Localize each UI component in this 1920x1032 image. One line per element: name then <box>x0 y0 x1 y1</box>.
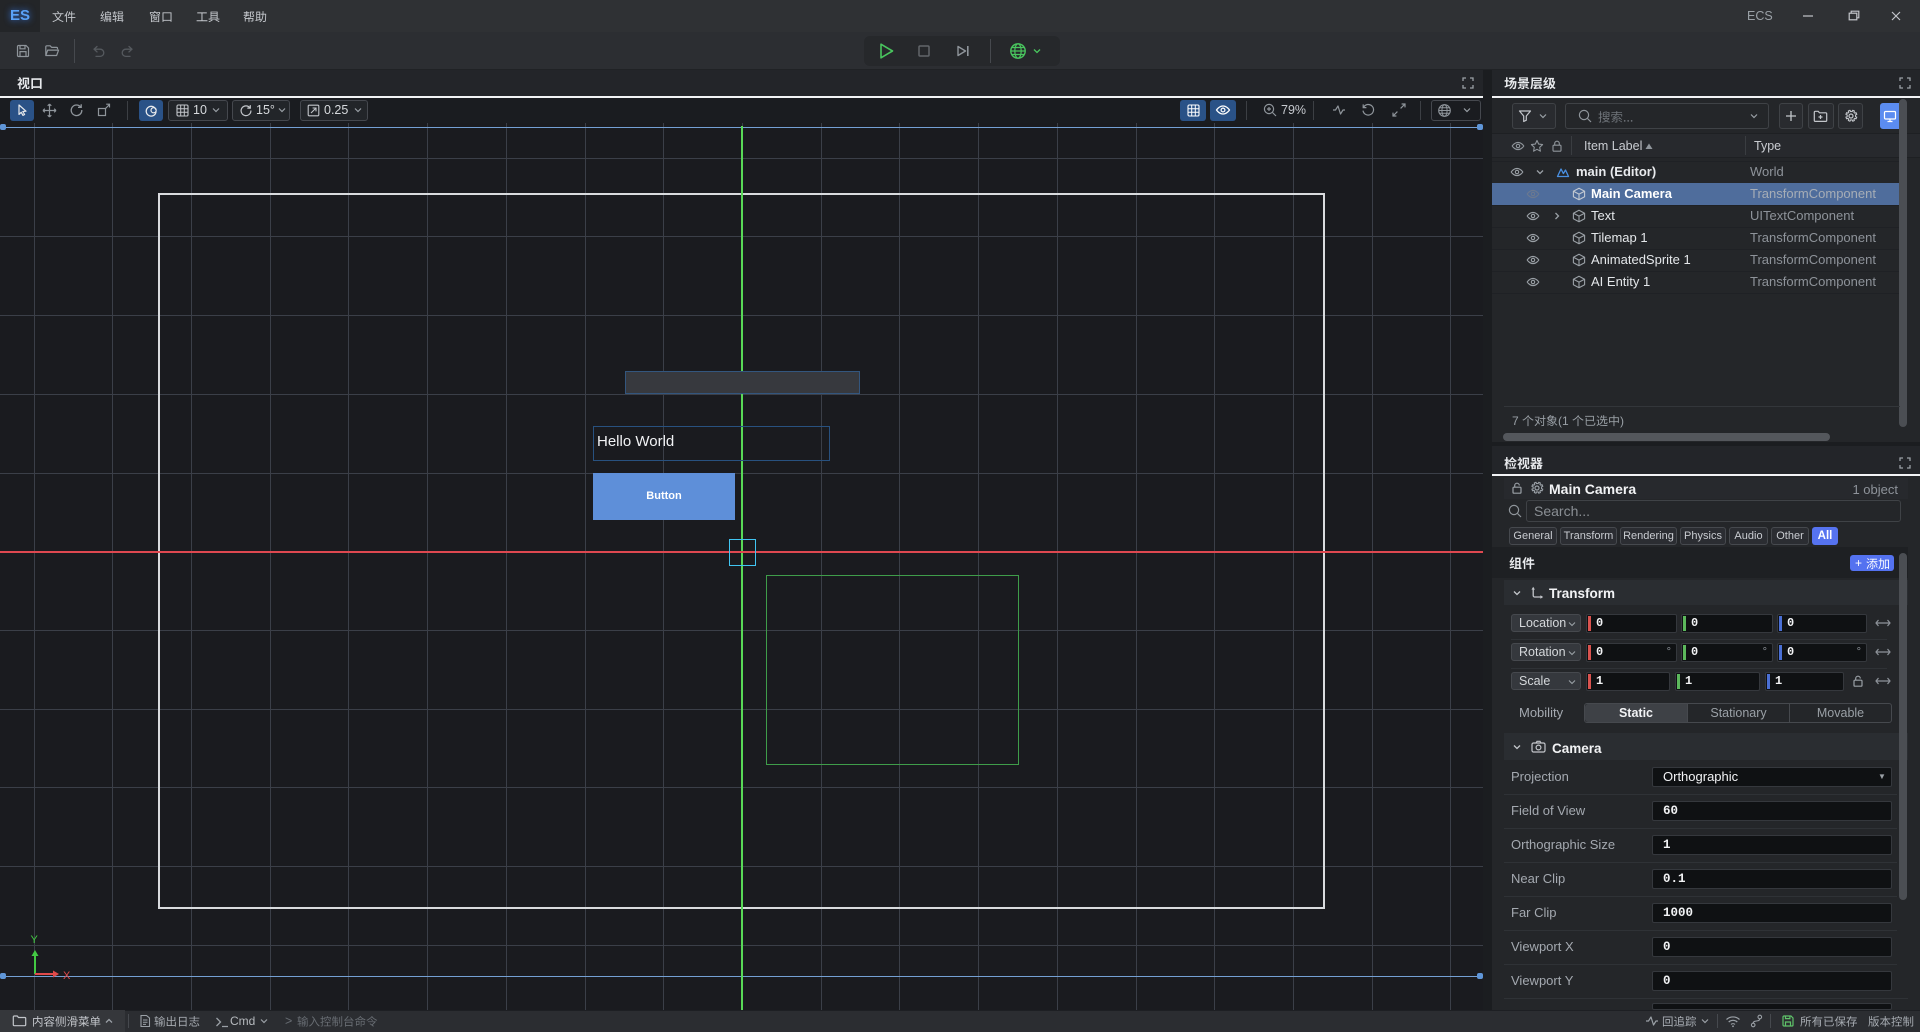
svg-text:X: X <box>63 970 71 982</box>
svg-text:Y: Y <box>31 934 39 946</box>
